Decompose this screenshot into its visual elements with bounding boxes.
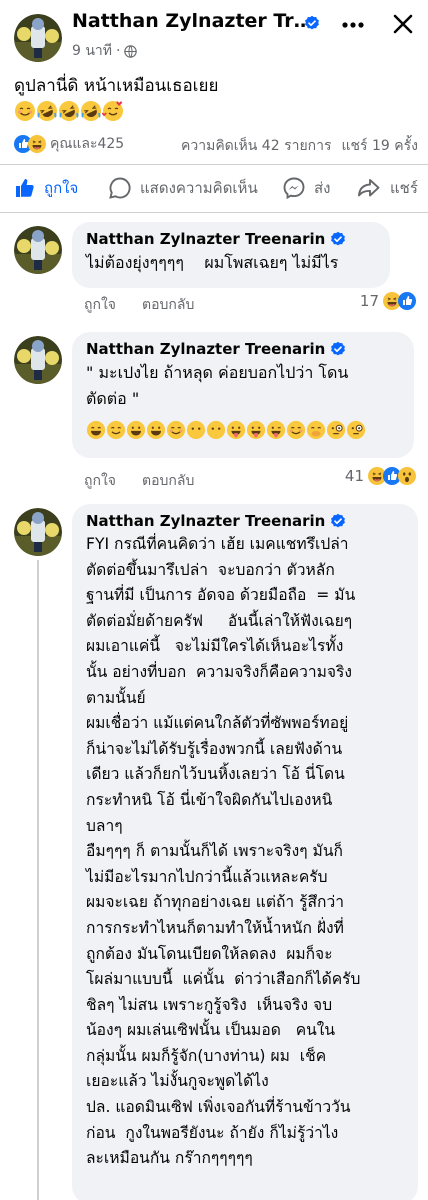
divider	[0, 212, 428, 213]
comment-author-name[interactable]: Natthan Zylnazter Treenarin	[86, 512, 325, 530]
post-timestamp[interactable]: 9 นาที	[72, 40, 112, 62]
no-mouth-emoji-icon	[206, 420, 226, 440]
comment-label: แสดงความคิดเห็น	[140, 179, 258, 197]
comment-like-button[interactable]: ถูกใจ	[84, 470, 116, 492]
comment-reply-button[interactable]: ตอบกลับ	[142, 470, 194, 492]
comment-author[interactable]: Natthan Zylnazter Treenarin	[86, 512, 404, 530]
comment-reaction-count: 41	[344, 467, 364, 485]
thumbs-up-icon	[16, 179, 34, 197]
comment-text: " มะเปงไย ถ้าหลุด ค่อยบอกไปว่า โดน ตัดต่…	[86, 363, 349, 408]
comment-actions: ถูกใจ ตอบกลับ	[84, 294, 194, 316]
comment-author[interactable]: Natthan Zylnazter Treenarin	[86, 340, 400, 358]
share-button[interactable]: แชร์	[356, 170, 418, 206]
comment-avatar[interactable]	[14, 226, 62, 274]
post-stats: ความคิดเห็น 42 รายการ แชร์ 19 ครั้ง	[181, 135, 418, 157]
smile-emoji-icon	[106, 420, 126, 440]
comment-author-name[interactable]: Natthan Zylnazter Treenarin	[86, 230, 325, 248]
comment-text: FYI กรณีที่คนคิดว่า เฮ้ย เมคแชทรึเปล่า ต…	[86, 535, 361, 1168]
tongue-emoji-icon	[246, 420, 266, 440]
hand-over-mouth-emoji-icon	[306, 420, 326, 440]
comment-reply-button[interactable]: ตอบกลับ	[142, 294, 194, 316]
like-icon	[398, 292, 416, 310]
smiling-face-emoji-icon	[166, 420, 186, 440]
thread-line	[37, 560, 39, 1200]
comment-icon	[109, 177, 131, 199]
monocle-emoji-icon	[326, 420, 346, 440]
post-meta: 9 นาที ·	[72, 40, 138, 62]
share-label: แชร์	[390, 179, 418, 197]
comment-author[interactable]: Natthan Zylnazter Treenarin	[86, 230, 376, 248]
grin-emoji-icon	[86, 420, 106, 440]
post-text: ดูปลานี่ดิ หน้าเหมือนเธอเยย	[14, 76, 219, 96]
comment-bubble: Natthan Zylnazter Treenarin " มะเปงไย ถ้…	[72, 332, 414, 458]
comment-reaction-count: 17	[359, 292, 379, 310]
verified-badge-icon	[330, 513, 346, 529]
reactions-count: คุณและ425	[50, 136, 125, 152]
comment-avatar[interactable]	[14, 336, 62, 384]
messenger-icon	[283, 177, 305, 200]
post-author-name[interactable]: Natthan Zylnazter Treenarin	[72, 10, 322, 32]
comment-actions: ถูกใจ ตอบกลับ	[84, 470, 194, 492]
wow-icon	[398, 467, 416, 485]
shares-count-link[interactable]: แชร์ 19 ครั้ง	[342, 135, 418, 157]
verified-badge-icon	[304, 15, 320, 31]
haha-icon	[28, 135, 46, 153]
verified-badge-icon	[330, 341, 346, 357]
reactions-summary[interactable]: คุณและ425	[14, 132, 124, 156]
divider	[0, 164, 428, 165]
share-icon	[358, 179, 380, 197]
grin-emoji-icon	[126, 420, 146, 440]
no-mouth-emoji-icon	[186, 420, 206, 440]
grin-emoji-icon	[146, 420, 166, 440]
comment-button[interactable]: แสดงความคิดเห็น	[108, 170, 258, 206]
winking-tongue-emoji-icon	[266, 420, 286, 440]
verified-badge-icon	[330, 231, 346, 247]
comment-like-button[interactable]: ถูกใจ	[84, 294, 116, 316]
comment-reactions[interactable]: 17	[360, 292, 416, 310]
post-actions: ถูกใจ แสดงความคิดเห็น ส่ง แชร์	[0, 170, 428, 206]
rofl-emoji-icon	[80, 100, 102, 122]
rofl-emoji-icon	[36, 100, 58, 122]
close-icon[interactable]	[389, 10, 417, 38]
globe-icon	[124, 44, 138, 58]
send-button[interactable]: ส่ง	[282, 170, 330, 206]
comment-text: ไม่ต้องยุ่งๆๆๆๆ ผมโพสเฉยๆ ไม่มีไร	[86, 253, 339, 272]
comment-reactions[interactable]: 41	[345, 467, 416, 485]
comments-count-link[interactable]: ความคิดเห็น 42 รายการ	[181, 135, 332, 157]
comment-avatar[interactable]	[14, 508, 62, 556]
smiling-face-emoji-icon	[14, 100, 36, 122]
comment-bubble: Natthan Zylnazter Treenarin ไม่ต้องยุ่งๆ…	[72, 222, 390, 288]
post-header: Natthan Zylnazter Treenarin 9 นาที ·	[0, 0, 428, 64]
smiling-hearts-emoji-icon	[102, 100, 124, 122]
monocle-emoji-icon	[346, 420, 366, 440]
comment-bubble: Natthan Zylnazter Treenarin FYI กรณีที่ค…	[72, 504, 418, 1200]
comment-emoji-line	[86, 420, 400, 440]
post-emojis	[14, 100, 124, 122]
like-button[interactable]: ถูกใจ	[14, 170, 78, 206]
comment-author-name[interactable]: Natthan Zylnazter Treenarin	[86, 340, 325, 358]
smiling-face-emoji-icon	[286, 420, 306, 440]
more-options-icon[interactable]	[339, 13, 367, 37]
rofl-emoji-icon	[58, 100, 80, 122]
like-label: ถูกใจ	[44, 179, 79, 197]
tongue-emoji-icon	[226, 420, 246, 440]
meta-separator: ·	[116, 43, 121, 59]
send-label: ส่ง	[314, 179, 331, 197]
post-author-avatar[interactable]	[14, 14, 62, 62]
